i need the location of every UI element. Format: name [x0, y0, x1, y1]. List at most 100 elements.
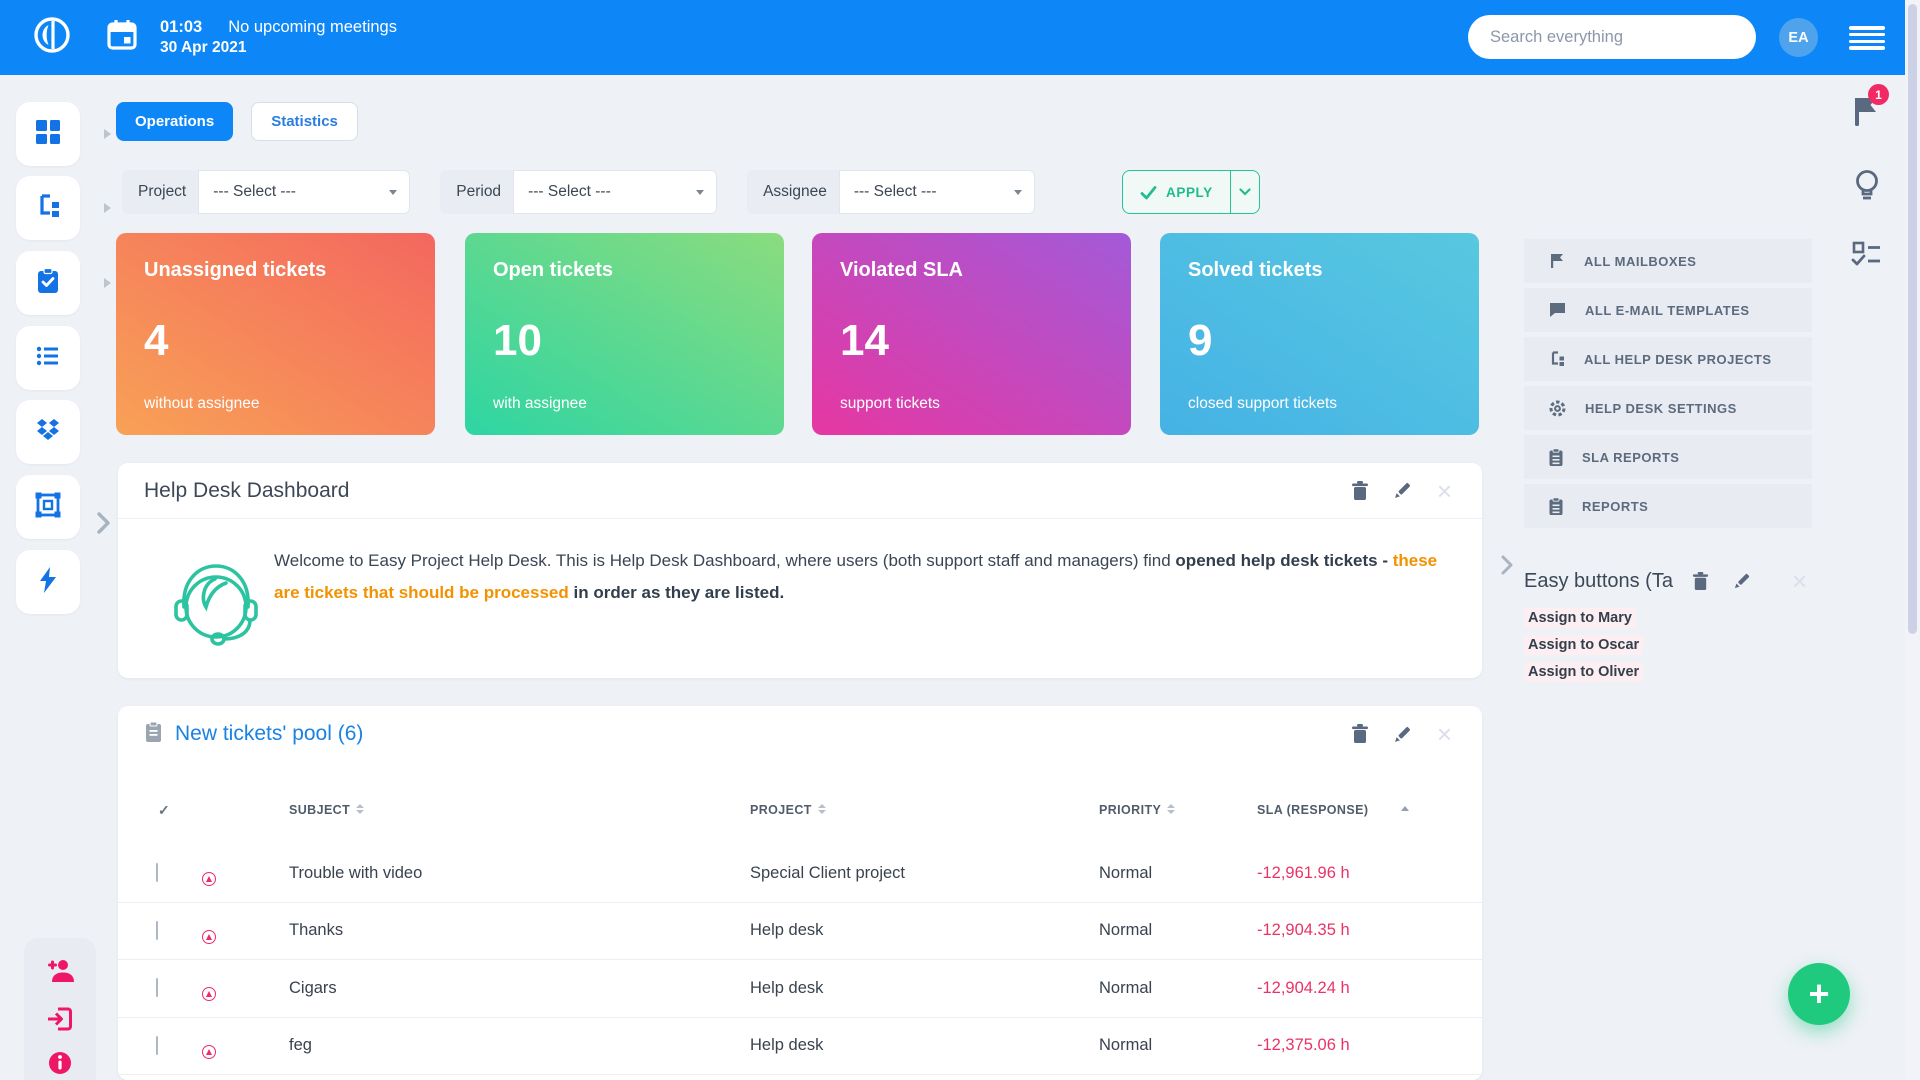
menu-all-email-templates[interactable]: ALL E-MAIL TEMPLATES: [1524, 288, 1812, 332]
tickets-pool-title[interactable]: New tickets' pool (6): [175, 722, 363, 746]
project-select[interactable]: --- Select ---: [198, 170, 411, 214]
card-subtitle: without assignee: [144, 395, 260, 412]
checklist-icon[interactable]: [1850, 240, 1884, 275]
cell-priority: Normal: [1099, 863, 1153, 882]
menu-all-mailboxes[interactable]: ALL MAILBOXES: [1524, 239, 1812, 283]
cell-subject: feg: [289, 1036, 312, 1055]
lightning-icon: [35, 566, 61, 599]
lightbulb-icon[interactable]: [1852, 168, 1882, 211]
trash-icon[interactable]: [1691, 571, 1710, 592]
column-sla-response[interactable]: SLA (RESPONSE): [1257, 802, 1482, 819]
dropbox-icon: [33, 415, 63, 450]
menu-icon[interactable]: [1849, 26, 1885, 50]
chevron-right-icon[interactable]: [104, 203, 111, 213]
scrollbar-track[interactable]: [1905, 0, 1920, 1080]
sidebar-item-projects[interactable]: [16, 176, 80, 240]
new-tickets-pool-panel: New tickets' pool (6) × ✓ SUBJECT PROJEC…: [118, 706, 1482, 1080]
select-all-mark[interactable]: ✓: [118, 802, 204, 819]
edit-pencil-icon[interactable]: [1392, 724, 1413, 745]
scrollbar-thumb[interactable]: [1908, 4, 1917, 634]
period-select-value: --- Select ---: [528, 183, 611, 200]
tab-statistics[interactable]: Statistics: [251, 102, 358, 141]
sort-icon[interactable]: [817, 804, 826, 819]
welcome-bold: opened help desk tickets -: [1175, 551, 1393, 570]
stat-card-unassigned-tickets[interactable]: Unassigned tickets 4 without assignee: [116, 233, 435, 435]
assign-to-oliver-button[interactable]: Assign to Oliver: [1524, 662, 1644, 682]
apply-dropdown-toggle[interactable]: [1231, 171, 1259, 213]
sidebar-expand-chevron-icon[interactable]: [92, 508, 114, 543]
avatar[interactable]: EA: [1779, 18, 1818, 57]
row-checkbox[interactable]: [156, 920, 158, 940]
search-input[interactable]: [1468, 15, 1756, 59]
check-icon: [1140, 185, 1157, 199]
card-subtitle: support tickets: [840, 395, 940, 412]
edit-pencil-icon[interactable]: [1392, 480, 1413, 501]
stat-card-violated-sla[interactable]: Violated SLA 14 support tickets: [812, 233, 1131, 435]
sidebar-item-dropbox[interactable]: [16, 400, 80, 464]
sidebar-item-tasks[interactable]: [16, 251, 80, 315]
filter-assignee-label: Assignee: [763, 183, 827, 200]
view-tabs: Operations Statistics: [116, 102, 358, 141]
table-row[interactable]: Trouble with video Special Client projec…: [118, 845, 1482, 903]
sidebar-item-quick-actions[interactable]: [16, 550, 80, 614]
cell-sla: -12,375.06 h: [1257, 1036, 1350, 1055]
assign-to-mary-button[interactable]: Assign to Mary: [1524, 608, 1636, 628]
sidebar-item-modules[interactable]: [16, 475, 80, 539]
stat-card-open-tickets[interactable]: Open tickets 10 with assignee: [465, 233, 784, 435]
cell-sla: -12,904.35 h: [1257, 921, 1350, 940]
info-icon[interactable]: [47, 1050, 73, 1080]
menu-reports[interactable]: REPORTS: [1524, 484, 1812, 528]
project-tree-icon: [33, 191, 63, 226]
add-user-icon[interactable]: [43, 956, 77, 991]
logout-icon[interactable]: [45, 1004, 75, 1039]
close-icon[interactable]: ×: [1437, 721, 1452, 747]
assignee-select[interactable]: --- Select ---: [838, 170, 1035, 214]
sort-icon[interactable]: [1167, 804, 1176, 819]
sort-icon[interactable]: [356, 804, 365, 819]
trash-icon[interactable]: [1350, 723, 1370, 745]
column-subject[interactable]: SUBJECT: [289, 802, 750, 819]
sort-ascending-icon[interactable]: [1401, 806, 1409, 811]
chevron-right-icon[interactable]: [104, 278, 111, 288]
menu-sla-reports[interactable]: SLA REPORTS: [1524, 435, 1812, 479]
gear-icon: [1549, 400, 1566, 416]
chevron-right-icon[interactable]: [104, 129, 111, 139]
filter-bar: Project --- Select --- Period --- Select…: [122, 170, 1035, 214]
table-row[interactable]: Thanks Help desk Normal -12,904.35 h: [118, 903, 1482, 960]
menu-all-help-desk-projects[interactable]: ALL HELP DESK PROJECTS: [1524, 337, 1812, 381]
add-new-button[interactable]: +: [1788, 963, 1850, 1025]
column-priority[interactable]: PRIORITY: [1099, 802, 1257, 819]
card-title: Open tickets: [493, 259, 614, 281]
card-subtitle: closed support tickets: [1188, 395, 1338, 412]
trash-icon[interactable]: [1350, 480, 1370, 502]
apply-button[interactable]: APPLY: [1122, 170, 1261, 214]
row-checkbox[interactable]: [156, 978, 158, 998]
sidebar-item-dashboard[interactable]: [16, 102, 80, 166]
frame-boxes-icon: [33, 490, 63, 525]
tab-operations[interactable]: Operations: [116, 102, 234, 141]
column-project[interactable]: PROJECT: [750, 802, 1099, 819]
table-row[interactable]: Cigars Help desk Normal -12,904.24 h: [118, 960, 1482, 1018]
card-title: Solved tickets: [1188, 259, 1323, 281]
close-icon[interactable]: ×: [1437, 478, 1452, 504]
caret-down-icon: [696, 189, 705, 195]
calendar-icon[interactable]: [106, 18, 138, 57]
clipboard-icon: [1549, 496, 1563, 515]
edit-pencil-icon[interactable]: [1732, 571, 1752, 591]
assign-to-oscar-button[interactable]: Assign to Oscar: [1524, 635, 1644, 655]
app-logo-icon[interactable]: [32, 15, 72, 60]
notification-badge: 1: [1868, 84, 1889, 105]
row-checkbox[interactable]: [156, 1035, 158, 1055]
sidebar-item-list[interactable]: [16, 326, 80, 390]
close-icon[interactable]: ×: [1792, 568, 1807, 594]
widget-collapse-chevron-icon[interactable]: [1498, 553, 1516, 582]
row-checkbox[interactable]: [156, 863, 158, 883]
card-title: Unassigned tickets: [144, 259, 327, 281]
table-row[interactable]: feg Help desk Normal -12,375.06 h: [118, 1018, 1482, 1075]
meeting-info: 01:03 No upcoming meetings 30 Apr 2021: [160, 16, 397, 59]
period-select[interactable]: --- Select ---: [513, 170, 718, 214]
cell-project: Help desk: [750, 1036, 824, 1055]
welcome-intro: Welcome to Easy Project Help Desk. This …: [274, 551, 1176, 570]
menu-help-desk-settings[interactable]: HELP DESK SETTINGS: [1524, 386, 1812, 430]
stat-card-solved-tickets[interactable]: Solved tickets 9 closed support tickets: [1160, 233, 1479, 435]
